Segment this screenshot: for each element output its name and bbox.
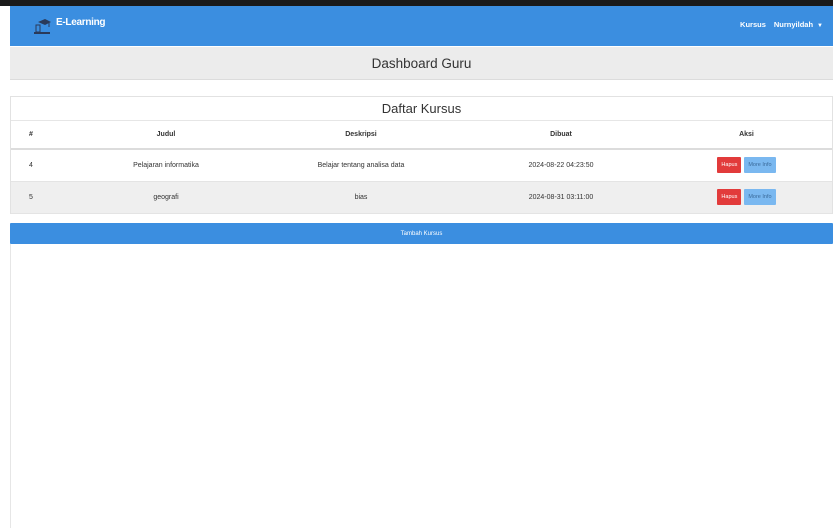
cell-aksi: Hapus More Info bbox=[661, 181, 832, 214]
cell-id: 4 bbox=[11, 149, 71, 182]
user-name: Nurnyildah bbox=[773, 20, 814, 29]
cell-dibuat: 2024-08-31 03:11:00 bbox=[461, 181, 661, 214]
brand-name: E-Learning bbox=[56, 16, 106, 28]
content-divider bbox=[10, 244, 11, 528]
col-header-aksi: Aksi bbox=[661, 121, 832, 150]
table-row: 5 geografi bias 2024-08-31 03:11:00 Hapu… bbox=[11, 181, 832, 214]
cell-aksi: Hapus More Info bbox=[661, 149, 832, 182]
page-header: Dashboard Guru bbox=[10, 47, 833, 80]
course-list-panel: Daftar Kursus # Judul Deskripsi Dibuat A… bbox=[10, 96, 833, 214]
col-header-number: # bbox=[11, 121, 71, 150]
brand-link[interactable]: E-Learning bbox=[32, 12, 106, 34]
delete-button[interactable]: Hapus bbox=[717, 189, 742, 205]
cell-deskripsi: Belajar tentang analisa data bbox=[261, 149, 461, 182]
col-header-deskripsi: Deskripsi bbox=[261, 121, 461, 150]
course-list-title: Daftar Kursus bbox=[11, 97, 832, 121]
course-table: # Judul Deskripsi Dibuat Aksi 4 Pelajara… bbox=[11, 121, 832, 214]
user-menu[interactable]: Nurnyildah ▼ bbox=[774, 20, 823, 29]
add-course-button[interactable]: Tambah Kursus bbox=[10, 223, 833, 244]
col-header-judul: Judul bbox=[71, 121, 261, 150]
cell-deskripsi: bias bbox=[261, 181, 461, 214]
cell-id: 5 bbox=[11, 181, 71, 214]
caret-down-icon: ▼ bbox=[817, 23, 823, 29]
graduation-cap-icon bbox=[32, 16, 52, 36]
nav-item-kursus[interactable]: Kursus bbox=[740, 20, 766, 29]
cell-dibuat: 2024-08-22 04:23:50 bbox=[461, 149, 661, 182]
table-header-row: # Judul Deskripsi Dibuat Aksi bbox=[11, 121, 832, 150]
table-row: 4 Pelajaran informatika Belajar tentang … bbox=[11, 149, 832, 182]
more-info-button[interactable]: More Info bbox=[744, 157, 776, 174]
col-header-dibuat: Dibuat bbox=[461, 121, 661, 150]
cell-judul: geografi bbox=[71, 181, 261, 214]
navbar: E-Learning Kursus Nurnyildah ▼ bbox=[10, 6, 833, 46]
more-info-button[interactable]: More Info bbox=[744, 189, 776, 205]
cell-judul: Pelajaran informatika bbox=[71, 149, 261, 182]
page-title: Dashboard Guru bbox=[371, 55, 472, 71]
delete-button[interactable]: Hapus bbox=[717, 157, 742, 174]
